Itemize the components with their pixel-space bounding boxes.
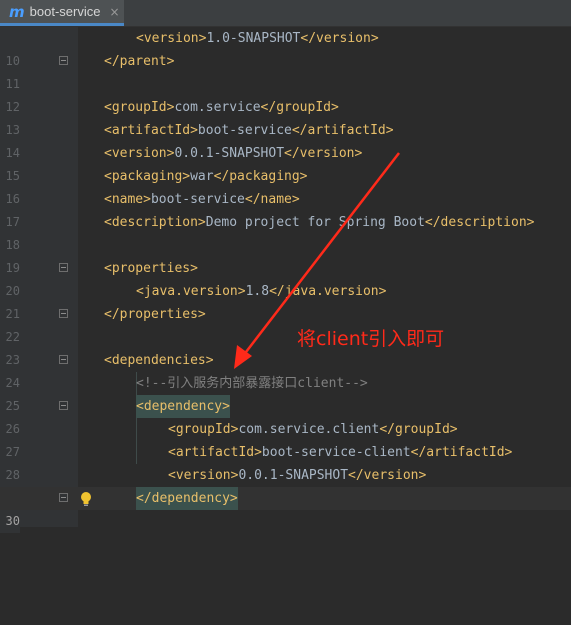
code-text: <artifactId>boot-service-client</artifac…	[168, 445, 513, 460]
code-text: <groupId>com.service.client</groupId>	[168, 422, 458, 437]
code-line: 29 <version>0.0.1-SNAPSHOT</version>	[0, 464, 571, 505]
code-line: 28 <artifactId>boot-service-client</arti…	[0, 441, 571, 482]
code-line: 26 <dependency>	[0, 395, 571, 436]
maven-m-icon: m	[9, 2, 25, 21]
code-line: 11 </parent>	[0, 50, 571, 91]
code-line: 19	[0, 234, 571, 275]
code-line: 21 <java.version>1.8</java.version>	[0, 280, 571, 321]
code-line: 27 <groupId>com.service.client</groupId>	[0, 418, 571, 459]
code-text: <description>Demo project for Spring Boo…	[104, 215, 535, 230]
code-line: 20 <properties>	[0, 257, 571, 298]
code-line: 12	[0, 73, 571, 114]
code-text: <java.version>1.8</java.version>	[136, 284, 387, 299]
code-text: </properties>	[104, 307, 206, 322]
code-line: 15 <version>0.0.1-SNAPSHOT</version>	[0, 142, 571, 183]
code-line: 18 <description>Demo project for Spring …	[0, 211, 571, 252]
fold-toggle-icon[interactable]	[59, 401, 68, 410]
code-text: <dependency>	[136, 395, 230, 418]
code-line: 25 <!--引入服务内部暴露接口client-->	[0, 372, 571, 413]
fold-toggle-icon[interactable]	[59, 263, 68, 272]
fold-toggle-icon[interactable]	[59, 355, 68, 364]
code-text: <groupId>com.service</groupId>	[104, 100, 339, 115]
code-text: <packaging>war</packaging>	[104, 169, 308, 184]
code-text: <dependencies>	[104, 353, 214, 368]
close-icon[interactable]: ×	[109, 5, 119, 19]
code-text: </dependency>	[136, 487, 238, 510]
code-line: 13 <groupId>com.service</groupId>	[0, 96, 571, 137]
code-line: 10 <version>1.0-SNAPSHOT</version>	[0, 27, 571, 68]
code-line: 17 <name>boot-service</name>	[0, 188, 571, 229]
code-text: <name>boot-service</name>	[104, 192, 300, 207]
lightbulb-icon[interactable]	[79, 491, 93, 507]
code-text: <version>1.0-SNAPSHOT</version>	[136, 31, 379, 46]
code-line: 14 <artifactId>boot-service</artifactId>	[0, 119, 571, 160]
line-number: 30	[0, 510, 20, 533]
code-editor[interactable]: 10 <version>1.0-SNAPSHOT</version> 11 </…	[0, 27, 571, 533]
tab-boot-service[interactable]: m boot-service ×	[0, 0, 124, 26]
code-text: <version>0.0.1-SNAPSHOT</version>	[168, 468, 427, 483]
tab-title: boot-service	[29, 4, 101, 19]
annotation-text: 将client引入即可	[297, 328, 445, 350]
fold-toggle-icon[interactable]	[59, 309, 68, 318]
fold-toggle-icon[interactable]	[59, 56, 68, 65]
code-line-current: 30 </dependency>	[0, 487, 571, 533]
editor-tab-bar: m boot-service ×	[0, 0, 571, 27]
code-line: 23	[0, 326, 571, 367]
code-text: <!--引入服务内部暴露接口client-->	[136, 376, 368, 391]
code-line: 22 </properties>	[0, 303, 571, 344]
code-text: <artifactId>boot-service</artifactId>	[104, 123, 394, 138]
code-text: </parent>	[104, 54, 175, 69]
code-line: 16 <packaging>war</packaging>	[0, 165, 571, 206]
code-line: 24 <dependencies>	[0, 349, 571, 390]
fold-toggle-icon[interactable]	[59, 493, 68, 502]
code-text: <version>0.0.1-SNAPSHOT</version>	[104, 146, 363, 161]
code-text: <properties>	[104, 261, 198, 276]
